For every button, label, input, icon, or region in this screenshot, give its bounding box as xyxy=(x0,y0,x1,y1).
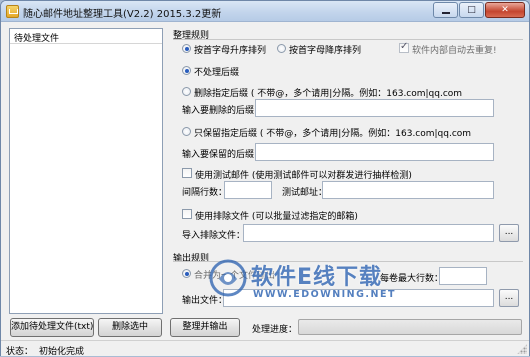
interval-label: 间隔行数： xyxy=(182,188,228,198)
rules-group-divider xyxy=(173,39,523,40)
test-mail-label[interactable]: 使用测试邮件 (使用测试邮件可以对群发进行抽样检测) xyxy=(195,168,412,181)
minimize-icon xyxy=(441,11,450,14)
app-mail-icon xyxy=(6,5,19,18)
progress-label: 处理进度： xyxy=(252,325,298,335)
sort-desc-label[interactable]: 按首字母降序排列 xyxy=(289,43,361,56)
keep-suffix-radio[interactable] xyxy=(182,127,191,136)
delete-suffix-input[interactable] xyxy=(255,99,494,117)
output-group-title: 输出规则 xyxy=(173,254,210,264)
window-controls: □ ✕ xyxy=(433,2,525,18)
test-address-input[interactable] xyxy=(322,181,494,199)
main-window: 随心邮件地址整理工具(V2.2) 2015.3.2更新 □ ✕ 待处理文件 整理… xyxy=(0,0,530,357)
title-bar[interactable]: 随心邮件地址整理工具(V2.2) 2015.3.2更新 □ ✕ xyxy=(1,1,529,22)
sort-desc-radio[interactable] xyxy=(277,44,286,53)
pending-file-list-header: 待处理文件 xyxy=(10,29,162,44)
import-exclude-input[interactable] xyxy=(243,224,494,242)
maximize-button[interactable]: □ xyxy=(459,2,484,18)
resize-grip-icon[interactable] xyxy=(517,344,527,354)
sort-asc-radio[interactable] xyxy=(182,44,191,53)
auto-dedupe-label: 软件内部自动去重复! xyxy=(412,46,497,56)
process-output-button[interactable]: 整理并输出 xyxy=(170,318,240,337)
maximize-icon: □ xyxy=(467,4,476,15)
auto-dedupe-checkbox xyxy=(399,41,409,53)
progress-bar xyxy=(298,319,522,335)
window-title: 随心邮件地址整理工具(V2.2) 2015.3.2更新 xyxy=(23,9,222,20)
delete-suffix-input-label: 输入要删除的后缀： xyxy=(182,106,264,116)
output-group-divider xyxy=(173,261,523,262)
close-icon: ✕ xyxy=(501,4,509,15)
output-file-label: 输出文件： xyxy=(182,296,228,306)
test-mail-checkbox[interactable] xyxy=(182,168,192,178)
status-bar: 状态： 初始化完成 xyxy=(1,340,529,357)
max-lines-label: 每卷最大行数： xyxy=(380,274,444,284)
keep-suffix-input-label: 输入要保留的后缀： xyxy=(182,150,264,160)
sort-asc-label[interactable]: 按首字母升序排列 xyxy=(194,43,266,56)
exclude-file-label[interactable]: 使用排除文件 (可以批量过滤指定的邮箱) xyxy=(195,209,358,222)
delete-suffix-radio[interactable] xyxy=(182,87,191,96)
merge-output-radio[interactable] xyxy=(182,269,191,278)
pending-file-list[interactable]: 待处理文件 xyxy=(9,28,163,314)
minimize-button[interactable] xyxy=(433,2,458,18)
delete-suffix-label[interactable]: 删除指定后缀 ( 不带@，多个请用|分隔。例如：163.com|qq.com xyxy=(194,86,462,99)
status-label: 状态： xyxy=(6,347,34,357)
keep-suffix-label[interactable]: 只保留指定后缀 ( 不带@，多个请用|分隔。例如：163.com|qq.com xyxy=(194,126,471,139)
output-file-input[interactable] xyxy=(223,289,494,307)
no-suffix-label[interactable]: 不处理后缀 xyxy=(194,65,239,78)
exclude-file-checkbox[interactable] xyxy=(182,209,192,219)
interval-input[interactable] xyxy=(224,181,272,199)
import-exclude-label: 导入排除文件： xyxy=(182,231,246,241)
browse-output-button[interactable]: ... xyxy=(499,289,519,307)
merge-output-label[interactable]: 合并为一个文件输出 xyxy=(194,268,275,281)
remove-selected-button[interactable]: 删除选中 xyxy=(98,318,162,337)
no-suffix-radio[interactable] xyxy=(182,66,191,75)
add-pending-file-button[interactable]: 添加待处理文件(txt) xyxy=(10,318,94,337)
test-address-label: 测试邮址： xyxy=(282,188,328,198)
keep-suffix-input[interactable] xyxy=(255,143,494,161)
max-lines-input[interactable] xyxy=(439,267,487,285)
status-text: 初始化完成 xyxy=(39,347,85,357)
close-button[interactable]: ✕ xyxy=(485,2,525,18)
browse-exclude-button[interactable]: ... xyxy=(499,224,519,242)
